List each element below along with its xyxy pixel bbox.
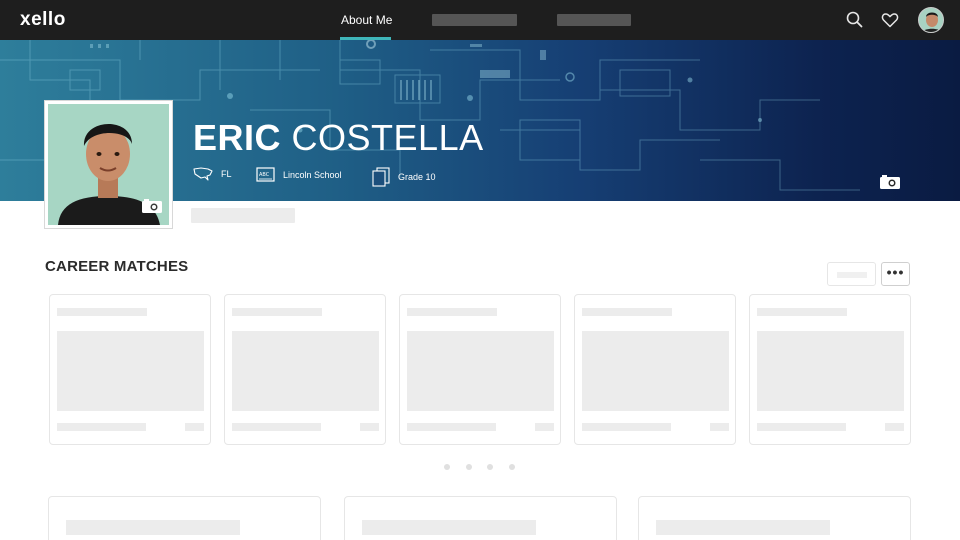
career-card[interactable]: [749, 294, 911, 445]
last-name: COSTELLA: [291, 117, 484, 158]
first-name: ERIC: [193, 117, 282, 158]
tab-about-me[interactable]: About Me: [341, 13, 392, 27]
carousel-dot[interactable]: [466, 464, 472, 470]
us-map-icon: [193, 167, 213, 181]
subtitle-placeholder: [191, 208, 295, 223]
xello-logo[interactable]: xello: [20, 9, 66, 31]
user-avatar[interactable]: [918, 7, 944, 33]
view-all-button[interactable]: [827, 262, 876, 286]
profile-photo-image: [48, 104, 169, 225]
camera-icon[interactable]: [141, 198, 163, 219]
carousel-dot[interactable]: [509, 464, 515, 470]
school-board-icon: ABC: [256, 167, 275, 182]
tab-placeholder-1[interactable]: [432, 14, 517, 26]
search-icon[interactable]: [845, 10, 865, 30]
career-card[interactable]: [49, 294, 211, 445]
grade-info: Grade 10: [372, 167, 436, 187]
state-label: FL: [221, 169, 232, 179]
career-card[interactable]: [399, 294, 561, 445]
school-label: Lincoln School: [283, 170, 342, 180]
school-info: ABC Lincoln School: [256, 167, 342, 183]
carousel-dot[interactable]: [444, 464, 450, 470]
camera-icon[interactable]: [879, 174, 901, 195]
student-name: ERIC COSTELLA: [193, 118, 484, 158]
tab-placeholder-2[interactable]: [557, 14, 631, 26]
section-card[interactable]: [638, 496, 911, 540]
state-info: FL: [193, 167, 232, 181]
section-card[interactable]: [344, 496, 617, 540]
heart-icon[interactable]: [880, 10, 900, 30]
svg-text:ABC: ABC: [259, 172, 270, 178]
grade-pages-icon: [372, 167, 390, 187]
section-card[interactable]: [48, 496, 321, 540]
profile-photo[interactable]: [44, 100, 173, 229]
section-title-career-matches: CAREER MATCHES: [45, 258, 189, 275]
career-card[interactable]: [224, 294, 386, 445]
grade-label: Grade 10: [398, 172, 436, 182]
career-card[interactable]: [574, 294, 736, 445]
more-options-button[interactable]: •••: [881, 262, 910, 286]
top-nav-bar: xello About Me: [0, 0, 960, 40]
carousel-dot[interactable]: [487, 464, 493, 470]
